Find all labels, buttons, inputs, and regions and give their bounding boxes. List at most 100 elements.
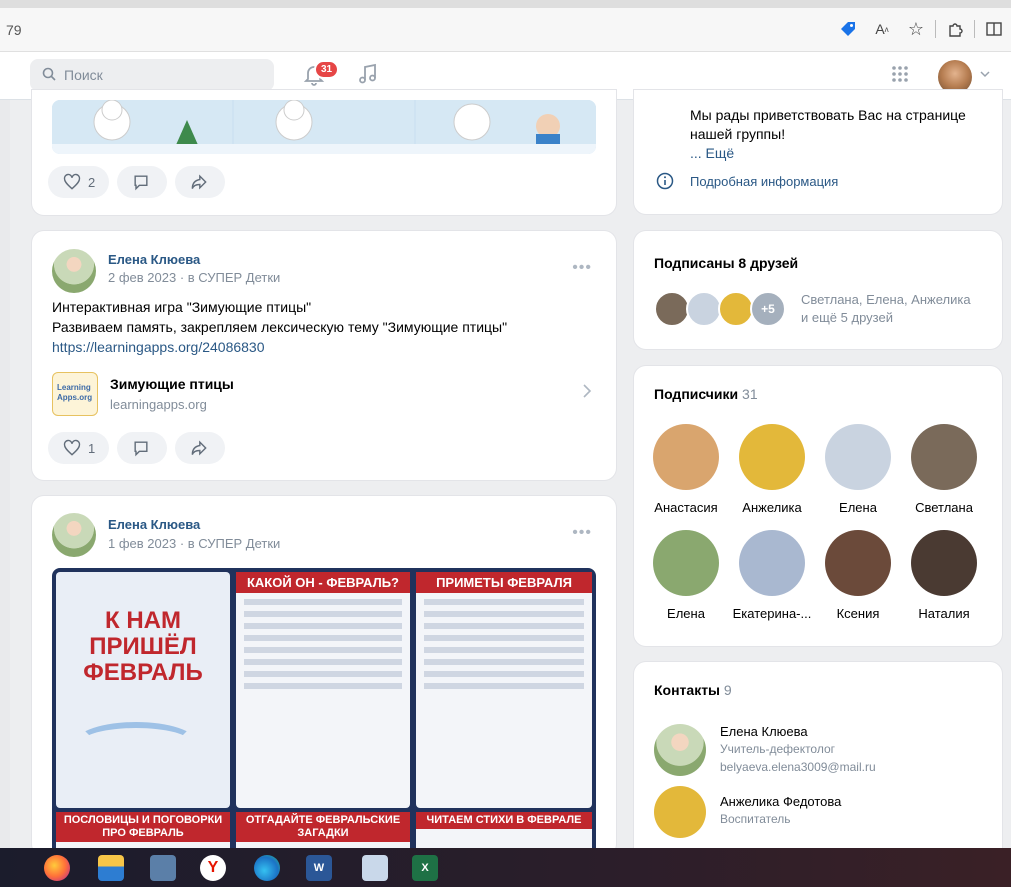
subscriber-name: Анжелика	[742, 500, 802, 515]
contact-avatar	[654, 786, 706, 838]
subscriber-item[interactable]: Екатерина-...	[732, 530, 812, 621]
chevron-right-icon	[582, 384, 592, 403]
poster-panel-main: К НАМ ПРИШЁЛ ФЕВРАЛЬ	[56, 572, 230, 808]
subscriber-item[interactable]: Ксения	[818, 530, 898, 621]
contacts-title[interactable]: Контакты 9	[654, 682, 732, 698]
post-text-line: Интерактивная игра "Зимующие птицы"	[52, 299, 312, 315]
word-icon[interactable]: W	[306, 855, 332, 881]
subscriber-name: Наталия	[918, 606, 970, 621]
post-image-snowmen[interactable]	[52, 100, 596, 154]
extensions-icon[interactable]	[938, 15, 972, 43]
info-icon	[656, 172, 674, 193]
share-icon	[191, 440, 207, 456]
contact-item[interactable]: Елена Клюева Учитель-дефектолог belyaeva…	[654, 722, 984, 782]
author-name[interactable]: Елена Клюева	[108, 517, 200, 532]
yandex-browser-icon[interactable]: Y	[200, 855, 226, 881]
author-name[interactable]: Елена Клюева	[108, 252, 200, 267]
comment-icon	[134, 441, 148, 457]
subscriber-item[interactable]: Елена	[646, 530, 726, 621]
friends-subscribed-card[interactable]: Подписаны 8 друзей +5 Светлана, Елена, А…	[634, 231, 1002, 349]
subscribers-title[interactable]: Подписчики 31	[654, 386, 758, 402]
link-attachment[interactable]: Learning Apps.org Зимующие птицы learnin…	[52, 370, 596, 418]
like-button[interactable]: 2	[48, 166, 110, 198]
subscriber-name: Елена	[839, 500, 877, 515]
post-link[interactable]: https://learningapps.org/24086830	[52, 337, 596, 357]
comment-icon	[134, 175, 148, 191]
poster-panel-title: ПРИМЕТЫ ФЕВРАЛЯ	[416, 572, 592, 593]
like-count: 1	[88, 440, 96, 456]
subscriber-avatar	[911, 530, 977, 596]
heart-icon	[63, 173, 81, 190]
music-icon[interactable]	[356, 62, 380, 92]
post-image-february-poster[interactable]: К НАМ ПРИШЁЛ ФЕВРАЛЬ КАКОЙ ОН - ФЕВРАЛЬ?…	[52, 568, 596, 858]
search-icon	[42, 67, 56, 84]
attachment-title: Зимующие птицы	[110, 376, 234, 392]
subscriber-avatar	[911, 424, 977, 490]
group-welcome-line: Мы рады приветствовать Вас на странице	[690, 107, 966, 123]
subscriber-avatar	[739, 530, 805, 596]
edge-icon[interactable]	[254, 855, 280, 881]
author-avatar[interactable]	[52, 249, 96, 293]
subscriber-avatar	[653, 424, 719, 490]
post-more-icon[interactable]: •••	[572, 524, 592, 542]
contact-avatar	[654, 724, 706, 776]
comment-button[interactable]	[117, 166, 168, 198]
contacts-card: Контакты 9 Елена Клюева Учитель-дефектол…	[634, 662, 1002, 862]
friends-names: Светлана, Елена, Анжелика и ещё 5 друзей	[801, 291, 971, 327]
subscribers-title-text: Подписчики	[654, 386, 739, 402]
author-avatar[interactable]	[52, 513, 96, 557]
details-link[interactable]: Подробная информация	[690, 174, 838, 189]
subscriber-avatar	[739, 424, 805, 490]
favorite-star-icon[interactable]: ☆	[899, 15, 933, 43]
poster-main-title: К НАМ ПРИШЁЛ ФЕВРАЛЬ	[83, 607, 203, 686]
show-more-link[interactable]: ... Ещё	[690, 144, 966, 163]
like-button[interactable]: 1	[48, 432, 110, 464]
subscriber-avatar	[825, 530, 891, 596]
profile-avatar[interactable]	[938, 60, 972, 94]
read-aloud-icon[interactable]: Aʌ	[865, 15, 899, 43]
post-more-icon[interactable]: •••	[572, 259, 592, 277]
post-card: Елена Клюева 2 фев 2023 · в СУПЕР Детки …	[32, 231, 616, 480]
browser-tab-strip	[0, 0, 1011, 8]
split-screen-icon[interactable]	[977, 15, 1011, 43]
poster-panel-what-is-february: КАКОЙ ОН - ФЕВРАЛЬ?	[236, 572, 410, 808]
tag-icon[interactable]	[831, 15, 865, 43]
contact-name[interactable]: Анжелика Федотова	[720, 794, 841, 809]
subscriber-item[interactable]: Анжелика	[732, 424, 812, 515]
subscriber-name: Ксения	[836, 606, 880, 621]
comment-button[interactable]	[117, 432, 168, 464]
contact-item[interactable]: Анжелика Федотова Воспитатель	[654, 786, 984, 842]
subscriber-name: Екатерина-...	[732, 606, 812, 621]
contact-email[interactable]: belyaeva.elena3009@mail.ru	[720, 760, 876, 774]
subscriber-item[interactable]: Елена	[818, 424, 898, 515]
notepad-icon[interactable]	[362, 855, 388, 881]
notifications-badge: 31	[314, 60, 340, 79]
contact-name[interactable]: Елена Клюева	[720, 724, 808, 739]
left-gutter	[0, 100, 10, 848]
address-bar-fragment[interactable]: 79	[6, 22, 22, 38]
contacts-title-text: Контакты	[654, 682, 721, 698]
subscriber-avatar	[825, 424, 891, 490]
chevron-down-icon[interactable]	[980, 70, 990, 81]
post-card: 2	[32, 90, 616, 215]
excel-icon[interactable]: X	[412, 855, 438, 881]
subscriber-item[interactable]: Анастасия	[646, 424, 726, 515]
subscriber-item[interactable]: Светлана	[904, 424, 984, 515]
group-welcome-line: нашей группы!	[690, 126, 786, 142]
attachment-domain: learningapps.org	[110, 397, 207, 412]
firefox-icon[interactable]	[44, 855, 70, 881]
subscriber-item[interactable]: Наталия	[904, 530, 984, 621]
poster-panel-title: ПОСЛОВИЦЫ И ПОГОВОРКИ ПРО ФЕВРАЛЬ	[56, 812, 230, 842]
os-taskbar: Y W X	[0, 848, 1011, 887]
search-input[interactable]: Поиск	[30, 59, 274, 91]
post-meta[interactable]: 1 фев 2023 · в СУПЕР Детки	[108, 536, 280, 551]
post-meta[interactable]: 2 фев 2023 · в СУПЕР Детки	[108, 270, 280, 285]
share-button[interactable]	[175, 166, 226, 198]
share-button[interactable]	[175, 432, 226, 464]
calculator-icon[interactable]	[150, 855, 176, 881]
browser-toolbar: 79 Aʌ ☆	[0, 0, 1011, 52]
friends-names-line: Светлана, Елена, Анжелика	[801, 292, 971, 307]
apps-grid-icon[interactable]	[890, 64, 910, 89]
poster-panel-february-signs: ПРИМЕТЫ ФЕВРАЛЯ	[416, 572, 592, 808]
file-explorer-icon[interactable]	[98, 855, 124, 881]
